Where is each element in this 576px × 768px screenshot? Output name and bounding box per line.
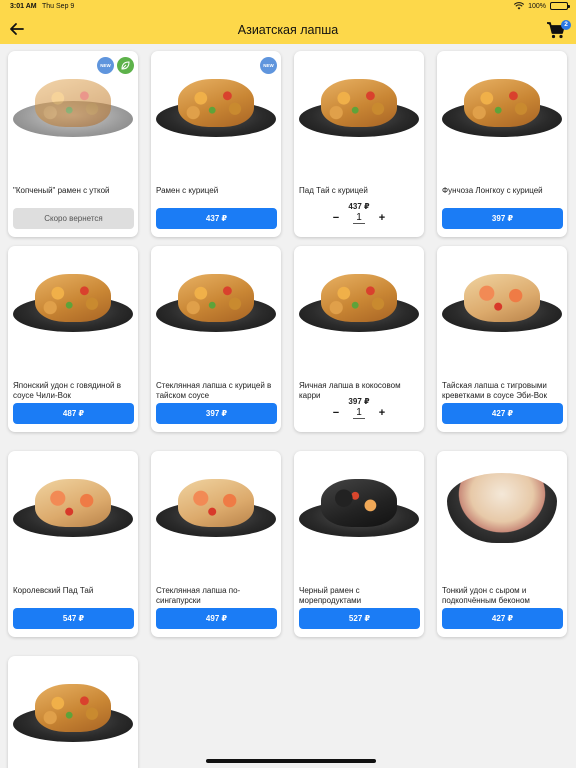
product-card[interactable]: Японский удон с говядиной в соусе Чили-В… [8,246,138,432]
product-card[interactable]: Яичная лапша в кокосовом карри 397 ₽ − 1… [294,246,424,432]
decrease-button[interactable]: − [333,407,339,419]
status-date: Thu Sep 9 [42,3,75,10]
badges: NEW [97,57,134,74]
noodle-image [35,479,111,527]
noodle-image [178,479,254,527]
product-name: Пад Тай с курицей [299,186,368,195]
noodle-image [321,479,397,527]
quantity-stepper: − 1 + [294,212,424,224]
add-to-cart-button[interactable]: 527 ₽ [299,608,420,629]
product-card[interactable]: Тонкий удон с сыром и подкопчённым бекон… [437,451,567,637]
add-to-cart-button[interactable]: 427 ₽ [442,403,563,424]
noodle-image [35,684,111,732]
noodle-image [321,274,397,322]
cart-count-badge: 2 [561,20,571,30]
product-name: Королевский Пад Тай [13,586,94,595]
home-indicator [206,759,376,763]
noodle-image [178,79,254,127]
product-name: Тонкий удон с сыром и подкопчённым бекон… [442,586,530,605]
add-to-cart-button[interactable]: 547 ₽ [13,608,134,629]
new-badge: NEW [97,57,114,74]
product-name: Рамен с курицей [156,186,219,195]
add-to-cart-button[interactable]: 397 ₽ [442,208,563,229]
add-to-cart-button[interactable]: 437 ₽ [156,208,277,229]
product-card[interactable]: Пад Тай с курицей 437 ₽ − 1 + [294,51,424,237]
noodle-image [35,79,111,127]
product-card[interactable]: NEW Рамен с курицей 437 ₽ [151,51,281,237]
product-name: Тайская лапша с тигровыми креветками в с… [442,381,547,400]
top-bar: 3:01 AM Thu Sep 9 100% Азиатская лапша 2 [0,0,576,44]
wifi-icon [514,2,525,10]
product-name: Черный рамен с морепродуктами [299,586,362,605]
new-badge: NEW [260,57,277,74]
page-title: Азиатская лапша [237,23,339,37]
status-indicators: 100% [514,2,570,10]
product-card[interactable]: Королевский Пад Тай 547 ₽ [8,451,138,637]
noodle-image [35,274,111,322]
product-card[interactable]: Фунчоза Лонгкоу с курицей 397 ₽ [437,51,567,237]
product-card[interactable]: Стеклянная лапша по-сингапурски 497 ₽ [151,451,281,637]
decrease-button[interactable]: − [333,212,339,224]
battery-percent: 100% [528,2,546,10]
product-name: "Копченый" рамен с уткой [13,186,110,195]
quantity-value: 1 [353,212,365,224]
add-to-cart-button[interactable]: 427 ₽ [442,608,563,629]
quantity-stepper: − 1 + [294,407,424,419]
product-name: Стеклянная лапша по-сингапурски [156,586,241,605]
dish-image [447,473,557,543]
noodle-image [464,274,540,322]
increase-button[interactable]: + [379,212,385,224]
quantity-value: 1 [353,407,365,419]
product-price: 397 ₽ [348,397,370,406]
product-card[interactable]: NEW "Копченый" рамен с уткой Скоро верне… [8,51,138,237]
badges: NEW [260,57,277,74]
product-card[interactable]: Стеклянная лапша с курицей в тайском соу… [151,246,281,432]
product-card[interactable] [8,656,138,768]
add-to-cart-button[interactable]: 397 ₽ [156,403,277,424]
product-name: Фунчоза Лонгкоу с курицей [442,186,543,195]
add-to-cart-button[interactable]: 497 ₽ [156,608,277,629]
product-card[interactable]: Черный рамен с морепродуктами 527 ₽ [294,451,424,637]
increase-button[interactable]: + [379,407,385,419]
product-card[interactable]: Тайская лапша с тигровыми креветками в с… [437,246,567,432]
product-name: Стеклянная лапша с курицей в тайском соу… [156,381,272,400]
battery-icon [550,2,570,10]
noodle-image [321,79,397,127]
noodle-image [178,274,254,322]
leaf-badge-icon [117,57,134,74]
product-name: Японский удон с говядиной в соусе Чили-В… [13,381,121,400]
noodle-image [464,79,540,127]
out-of-stock-button: Скоро вернется [13,208,134,229]
product-price: 437 ₽ [348,202,370,211]
add-to-cart-button[interactable]: 487 ₽ [13,403,134,424]
status-time: 3:01 AM [10,3,37,10]
